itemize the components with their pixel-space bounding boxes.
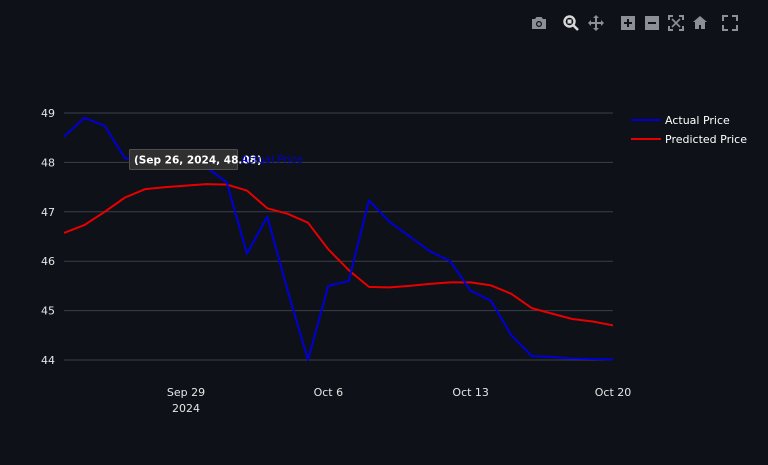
legend-label-actual-price[interactable]: Actual Price [665,114,730,127]
y-tick-label: 47 [41,206,55,219]
y-tick-label: 46 [41,255,55,268]
y-axis-tick-labels: 44 45 46 47 48 49 [41,107,55,367]
y-tick-label: 44 [41,354,55,367]
y-tick-label: 48 [41,156,55,169]
x-axis-tick-labels: Sep 29 2024 Oct 6 Oct 13 Oct 20 [167,386,631,415]
x-tick-sublabel: 2024 [172,402,200,415]
x-tick-label: Oct 13 [452,386,489,399]
legend-label-predicted-price[interactable]: Predicted Price [665,133,747,146]
x-tick-label: Oct 20 [595,386,632,399]
y-tick-label: 49 [41,107,55,120]
x-tick-label: Sep 29 [167,386,205,399]
hover-series-name: Actual Price [241,154,303,166]
series-line-predicted-price [64,183,613,327]
x-tick-label: Oct 6 [314,386,344,399]
chart-container: 44 45 46 47 48 49 Sep 29 2024 Oct 6 Oct 13 Oct 20… [0,0,768,465]
legend[interactable]: Actual Price Predicted Price [631,114,747,146]
line-chart[interactable]: 44 45 46 47 48 49 Sep 29 2024 Oct 6 Oct 13 Oct 20… [0,0,768,465]
y-tick-label: 45 [41,305,55,318]
hover-tooltip: (Sep 26, 2024, 48.08) Actual Price [129,149,303,170]
